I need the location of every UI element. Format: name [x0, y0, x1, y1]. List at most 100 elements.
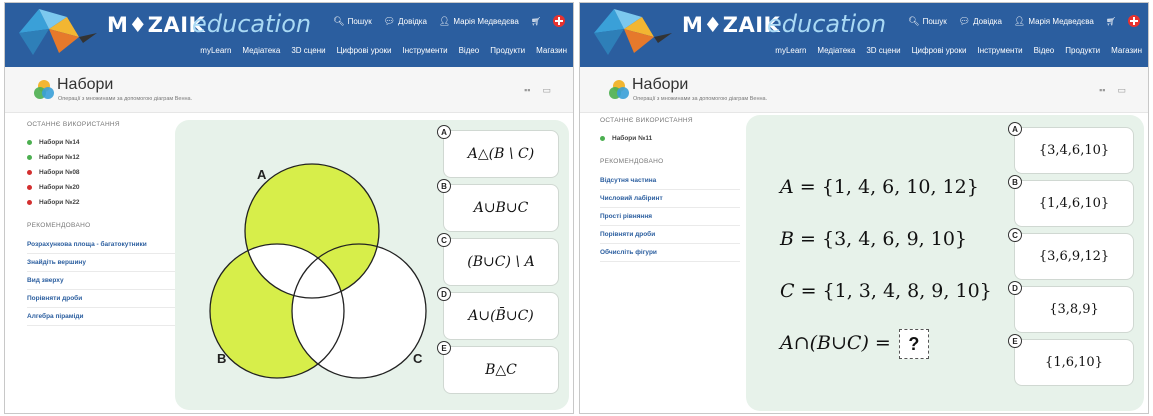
recent-item[interactable]: Набори №12	[27, 150, 175, 165]
recent-item[interactable]: Набори №20	[27, 180, 175, 195]
nav-products[interactable]: Продукти	[490, 46, 525, 55]
set-definitions: A = {1, 4, 6, 10, 12} B = {3, 4, 6, 9, 1…	[780, 161, 992, 369]
nav-mylearn[interactable]: myLearn	[200, 46, 231, 55]
title-bar: Набори Операції з множинами за допомогою…	[580, 67, 1148, 113]
status-dot-icon	[27, 170, 32, 175]
fullscreen-icon[interactable]: ▭	[542, 85, 551, 96]
venn-label-a: A	[257, 167, 267, 182]
answer-option[interactable]: C {3,6,9,12}	[1008, 228, 1134, 280]
answer-list: A {3,4,6,10} B {1,4,6,10} C {3,6,9,12} D {3,…	[1008, 122, 1134, 386]
answer-option[interactable]: B A∪B∪C	[437, 179, 559, 232]
answer-letter: D	[1008, 281, 1022, 295]
top-links: 🔍︎ Пошук 💬︎ Довідка 👤︎ Марія Медведєва 🛒︎	[908, 15, 1140, 27]
sets-icon	[34, 80, 54, 99]
venn-label-b: B	[217, 351, 226, 366]
question-line: A∩(B∪C) =?	[780, 317, 992, 369]
nav-mylearn[interactable]: myLearn	[775, 46, 806, 55]
status-dot-icon	[27, 200, 32, 205]
mozaik-logo-text[interactable]: M♦ZAIK	[107, 13, 205, 37]
recommended-item[interactable]: Порівняти дроби	[27, 290, 175, 308]
user-link[interactable]: 👤︎ Марія Медведєва	[1014, 16, 1094, 27]
answer-text: (B∪C) \ A	[467, 254, 535, 270]
recommended-item[interactable]: Знайдіть вершину	[27, 254, 175, 272]
answer-drop-box[interactable]: ?	[898, 329, 929, 359]
cart-icon[interactable]: 🛒︎	[531, 17, 541, 26]
page-subtitle: Операції з множинами за допомогою діагра…	[58, 96, 193, 102]
recent-item[interactable]: Набори №14	[27, 135, 175, 150]
answer-option[interactable]: A {3,4,6,10}	[1008, 122, 1134, 174]
nav-video[interactable]: Відео	[459, 46, 480, 55]
answer-text: {3,4,6,10}	[1038, 143, 1110, 158]
answer-option[interactable]: D {3,8,9}	[1008, 281, 1134, 333]
help-link[interactable]: 💬︎ Довідка	[384, 16, 427, 27]
status-dot-icon	[600, 136, 605, 141]
main-nav: myLearn Медіатека 3D сцени Цифрові уроки…	[200, 46, 567, 55]
fullscreen-icon[interactable]: ▭	[1117, 85, 1126, 96]
right-screenshot: M♦ZAIK education 🔍︎ Пошук 💬︎ Довідка 👤︎ Мар…	[579, 2, 1149, 414]
status-dot-icon	[27, 155, 32, 160]
site-header: M♦ZAIK education 🔍︎ Пошук 💬︎ Довідка 👤︎ Мар…	[580, 3, 1148, 67]
recommended-item[interactable]: Алгебра піраміди	[27, 308, 175, 326]
nav-3d-scenes[interactable]: 3D сцени	[866, 46, 900, 55]
nav-tools[interactable]: Інструменти	[978, 46, 1023, 55]
set-a-definition: A = {1, 4, 6, 10, 12}	[780, 176, 979, 198]
grid-view-icon[interactable]: ▪▪	[524, 85, 530, 96]
recommended-item[interactable]: Обчисліть фігури	[600, 244, 740, 262]
answer-text: B△C	[485, 362, 517, 378]
answer-option[interactable]: D A∪(B̄∪C)	[437, 287, 559, 340]
cart-icon[interactable]: 🛒︎	[1106, 17, 1116, 26]
nav-video[interactable]: Відео	[1034, 46, 1055, 55]
set-c-definition: C = {1, 3, 4, 8, 9, 10}	[780, 280, 992, 302]
mozaik-logo-text[interactable]: M♦ZAIK	[682, 13, 780, 37]
nav-shop[interactable]: Магазин	[1111, 46, 1142, 55]
recent-item[interactable]: Набори №22	[27, 195, 175, 210]
education-logo-text: education	[192, 10, 312, 38]
education-logo-text: education	[767, 10, 887, 38]
grid-view-icon[interactable]: ▪▪	[1099, 85, 1105, 96]
answer-text: {3,6,9,12}	[1038, 249, 1110, 264]
sidebar: ОСТАННЄ ВИКОРИСТАННЯ Набори №11 РЕКОМЕНД…	[600, 117, 740, 262]
nav-shop[interactable]: Магазин	[536, 46, 567, 55]
nav-digital-lessons[interactable]: Цифрові уроки	[912, 46, 967, 55]
search-link[interactable]: 🔍︎ Пошук	[908, 16, 947, 27]
language-flag-icon[interactable]	[1128, 15, 1140, 27]
status-dot-icon	[27, 185, 32, 190]
recent-item[interactable]: Набори №08	[27, 165, 175, 180]
answer-letter: D	[437, 287, 451, 301]
recommended-title: РЕКОМЕНДОВАНО	[600, 158, 664, 165]
language-flag-icon[interactable]	[553, 15, 565, 27]
help-link[interactable]: 💬︎ Довідка	[959, 16, 1002, 27]
nav-mediateka[interactable]: Медіатека	[242, 46, 280, 55]
set-b-definition: B = {3, 4, 6, 9, 10}	[780, 228, 967, 250]
nav-tools[interactable]: Інструменти	[403, 46, 448, 55]
answer-text: {1,6,10}	[1045, 355, 1103, 370]
recent-item[interactable]: Набори №11	[600, 131, 740, 146]
answer-option[interactable]: B {1,4,6,10}	[1008, 175, 1134, 227]
user-link[interactable]: 👤︎ Марія Медведєва	[439, 16, 519, 27]
answer-text: A∪(B̄∪C)	[468, 308, 534, 324]
answer-option[interactable]: E B△C	[437, 341, 559, 394]
nav-3d-scenes[interactable]: 3D сцени	[291, 46, 325, 55]
recommended-item[interactable]: Розрахункова площа - багатокутники	[27, 236, 175, 254]
sidebar: ОСТАННЄ ВИКОРИСТАННЯ Набори №14 Набори №…	[27, 121, 175, 326]
recommended-item[interactable]: Порівняти дроби	[600, 226, 740, 244]
recent-title: ОСТАННЄ ВИКОРИСТАННЯ	[600, 117, 693, 124]
recommended-item[interactable]: Вид зверху	[27, 272, 175, 290]
nav-digital-lessons[interactable]: Цифрові уроки	[337, 46, 392, 55]
status-dot-icon	[27, 140, 32, 145]
search-icon: 🔍︎	[908, 15, 920, 26]
answer-option[interactable]: E {1,6,10}	[1008, 334, 1134, 386]
recommended-item[interactable]: Прості рівняння	[600, 208, 740, 226]
answer-option[interactable]: A A△(B \ C)	[437, 125, 559, 178]
recommended-item[interactable]: Відсутня частина	[600, 172, 740, 190]
recommended-item[interactable]: Числовий лабіринт	[600, 190, 740, 208]
title-bar: Набори Операції з множинами за допомогою…	[5, 67, 573, 113]
answer-text: A△(B \ C)	[467, 146, 535, 162]
answer-letter: B	[437, 179, 451, 193]
site-header: M♦ZAIK education 🔍︎ Пошук 💬︎ Довідка 👤︎ Мар…	[5, 3, 573, 67]
search-link[interactable]: 🔍︎ Пошук	[333, 16, 372, 27]
nav-products[interactable]: Продукти	[1065, 46, 1100, 55]
page-title: Набори	[632, 76, 689, 93]
nav-mediateka[interactable]: Медіатека	[817, 46, 855, 55]
answer-option[interactable]: C (B∪C) \ A	[437, 233, 559, 286]
